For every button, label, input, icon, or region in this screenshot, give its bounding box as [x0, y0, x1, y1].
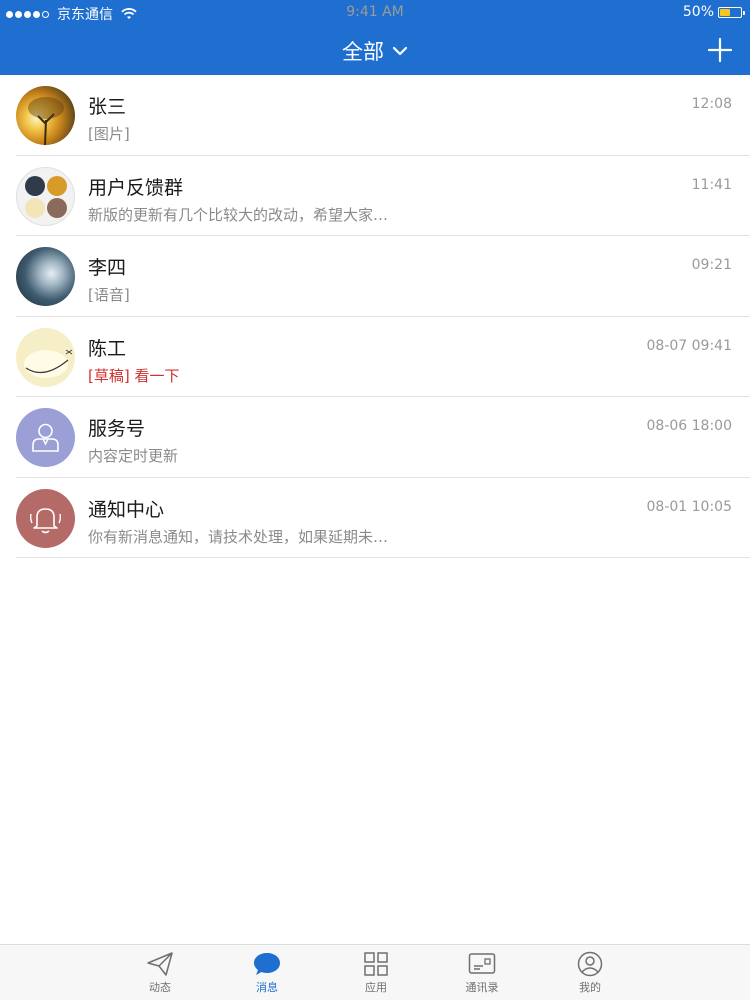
conversation-name: 张三: [88, 96, 127, 118]
user-circle-icon: [577, 951, 603, 977]
conversation-preview: [图片]: [88, 125, 130, 143]
chat-bubble-icon: [254, 953, 280, 975]
conversation-time: 12:08: [691, 96, 732, 112]
conversation-name: 服务号: [88, 418, 146, 440]
draft-tag: [草稿]: [88, 366, 130, 385]
conversation-row[interactable]: 用户反馈群 新版的更新有几个比较大的改动，希望大家… 11:41: [0, 156, 750, 237]
tab-messages[interactable]: 消息: [227, 951, 307, 995]
avatar: [16, 86, 75, 145]
tab-label: 消息: [256, 981, 278, 994]
conversation-time: 09:21: [691, 257, 732, 273]
conversation-preview: 内容定时更新: [88, 447, 179, 465]
conversation-time: 08-07 09:41: [646, 337, 732, 354]
contact-card-icon: [468, 953, 496, 974]
person-icon: [32, 423, 59, 452]
conversation-name: 陈工: [88, 337, 127, 360]
battery-percent: 50%: [682, 4, 714, 20]
conversation-preview: [语音]: [88, 286, 130, 304]
bell-icon: [29, 507, 62, 533]
tab-apps[interactable]: 应用: [336, 951, 416, 995]
group-avatar: [16, 166, 75, 226]
draft-text: 看一下: [134, 366, 180, 385]
battery-icon: [718, 6, 745, 18]
tab-label: 应用: [365, 981, 387, 994]
page-title: 全部: [342, 40, 384, 64]
conversation-row[interactable]: 李四 [语音] 09:21: [0, 236, 750, 317]
status-time: 9:41 AM: [346, 4, 404, 20]
plus-icon[interactable]: [706, 36, 734, 64]
tab-label: 通讯录: [465, 981, 499, 994]
filter-dropdown[interactable]: 全部: [0, 36, 750, 66]
chevron-down-icon: [392, 46, 408, 56]
avatar: [16, 488, 75, 548]
conversation-preview: [草稿] 看一下: [88, 365, 180, 386]
status-bar: 京东通信 9:41 AM 50%: [0, 0, 750, 26]
nav-bar: 全部: [0, 28, 750, 73]
tab-contacts[interactable]: 通讯录: [442, 951, 522, 995]
paper-plane-icon: [147, 952, 173, 976]
conversation-preview: 新版的更新有几个比较大的改动，希望大家…: [88, 205, 389, 224]
battery-status: 50%: [682, 4, 745, 20]
tab-bar: 动态 消息 应用 通讯录 我的: [0, 944, 750, 1000]
avatar: [16, 247, 75, 306]
conversation-row[interactable]: 张三 [图片] 12:08: [0, 75, 750, 156]
avatar: [16, 327, 75, 387]
conversation-time: 11:41: [691, 176, 732, 193]
conversation-time: 08-06 18:00: [646, 418, 732, 434]
conversation-name: 用户反馈群: [88, 176, 184, 199]
conversation-row[interactable]: 服务号 内容定时更新 08-06 18:00: [0, 397, 750, 478]
grid-icon: [364, 952, 388, 976]
conversation-time: 08-01 10:05: [646, 498, 732, 515]
conversation-preview: 你有新消息通知，请技术处理，如果延期未…: [88, 527, 389, 546]
conversation-list: 张三 [图片] 12:08 用户反馈群 新版的更新有几个比较大的改动，希望大家……: [0, 75, 750, 558]
conversation-row[interactable]: 通知中心 你有新消息通知，请技术处理，如果延期未… 08-01 10:05: [0, 478, 750, 559]
tab-dynamic[interactable]: 动态: [120, 951, 200, 995]
bird-drawing-icon: [24, 349, 73, 378]
tab-label: 我的: [579, 981, 601, 994]
tree-photo-icon: [28, 97, 64, 145]
conversation-name: 通知中心: [88, 498, 165, 521]
avatar: [16, 408, 75, 467]
tab-me[interactable]: 我的: [550, 951, 630, 995]
conversation-row[interactable]: 陈工 [草稿] 看一下 08-07 09:41: [0, 317, 750, 398]
tab-label: 动态: [149, 981, 171, 994]
top-bar: 京东通信 9:41 AM 50% 全部: [0, 0, 750, 75]
conversation-name: 李四: [88, 257, 127, 279]
